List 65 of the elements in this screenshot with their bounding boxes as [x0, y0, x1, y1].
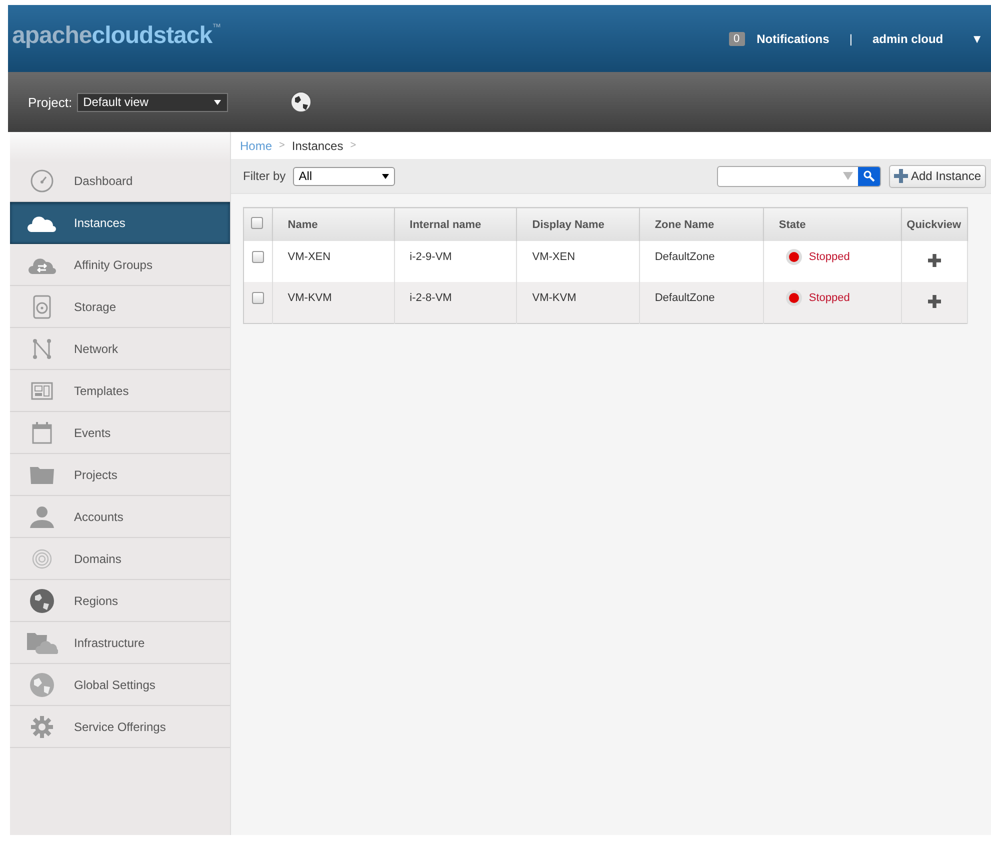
checkbox[interactable]: [251, 217, 264, 229]
sidebar-item[interactable]: Network: [10, 328, 230, 370]
sidebar-item[interactable]: Storage: [10, 286, 230, 328]
caret-icon[interactable]: ▼: [971, 32, 983, 46]
user-menu[interactable]: admin cloud: [872, 32, 944, 46]
add-instance-button[interactable]: Add Instance: [888, 164, 986, 188]
column-header: Name: [272, 208, 394, 241]
gauge-icon: [30, 168, 54, 192]
breadcrumb-item: Instances: [292, 138, 344, 152]
sidebar-item[interactable]: Events: [10, 412, 230, 454]
cloud-arrows-icon: [28, 256, 56, 274]
globe-icon: [29, 672, 55, 698]
plus-icon: [894, 169, 908, 183]
globe-icon: [29, 588, 55, 614]
table-cell: VM-KVM: [272, 282, 394, 323]
column-header: Quickview: [901, 208, 968, 241]
separator: |: [849, 32, 852, 46]
sidebar-item[interactable]: Infrastructure: [10, 622, 230, 664]
table-cell: i-2-8-VM: [394, 282, 517, 323]
search-button[interactable]: [858, 166, 880, 186]
gear-icon: [30, 714, 54, 738]
checkbox[interactable]: [252, 292, 264, 304]
globe-icon[interactable]: [290, 91, 312, 113]
sidebar-item[interactable]: Global Settings: [10, 664, 230, 706]
person-icon: [29, 506, 55, 528]
caret-icon: [382, 174, 389, 178]
filter-label: Filter by: [243, 169, 286, 183]
hard-drive-icon: [33, 294, 51, 318]
network-icon: [32, 338, 52, 360]
folder-cloud-icon: [26, 632, 58, 654]
column-header: Display Name: [516, 208, 640, 241]
project-select[interactable]: Default view: [77, 92, 228, 112]
status-text: Stopped: [808, 251, 850, 263]
table-cell: VM-KVM: [516, 282, 640, 323]
column-header: Zone Name: [639, 208, 764, 241]
filter-select[interactable]: All: [292, 166, 395, 186]
sidebar-item[interactable]: Affinity Groups: [10, 244, 230, 286]
project-label: Project:: [28, 94, 72, 110]
breadcrumb-separator: >: [279, 140, 285, 151]
status-text: Stopped: [808, 292, 850, 304]
sidebar-item[interactable]: Accounts: [10, 496, 230, 538]
sidebar-item[interactable]: Projects: [10, 454, 230, 496]
sidebar-item[interactable]: Templates: [10, 370, 230, 412]
plus-icon[interactable]: [928, 295, 941, 308]
search-icon: [862, 170, 875, 182]
folder-icon: [29, 466, 55, 484]
template-icon: [31, 382, 53, 400]
notifications-link[interactable]: Notifications: [756, 32, 830, 46]
breadcrumb-separator: >: [350, 140, 356, 151]
column-header: Internal name: [394, 208, 517, 241]
logo: apachecloudstack™: [12, 22, 221, 50]
notification-count: 0: [728, 32, 745, 46]
sidebar-item[interactable]: Domains: [10, 538, 230, 580]
sidebar-item[interactable]: Instances: [10, 202, 230, 244]
plus-icon[interactable]: [928, 254, 941, 267]
calendar-icon: [32, 422, 52, 444]
target-icon: [32, 548, 52, 568]
checkbox[interactable]: [252, 251, 264, 263]
column-header: State: [763, 208, 902, 241]
cloud-icon: [27, 214, 57, 232]
sidebar-item[interactable]: Regions: [10, 580, 230, 622]
caret-icon: [214, 100, 222, 104]
sidebar-item[interactable]: Service Offerings: [10, 706, 230, 748]
search-field[interactable]: [716, 166, 881, 186]
table-cell: DefaultZone: [639, 282, 764, 323]
